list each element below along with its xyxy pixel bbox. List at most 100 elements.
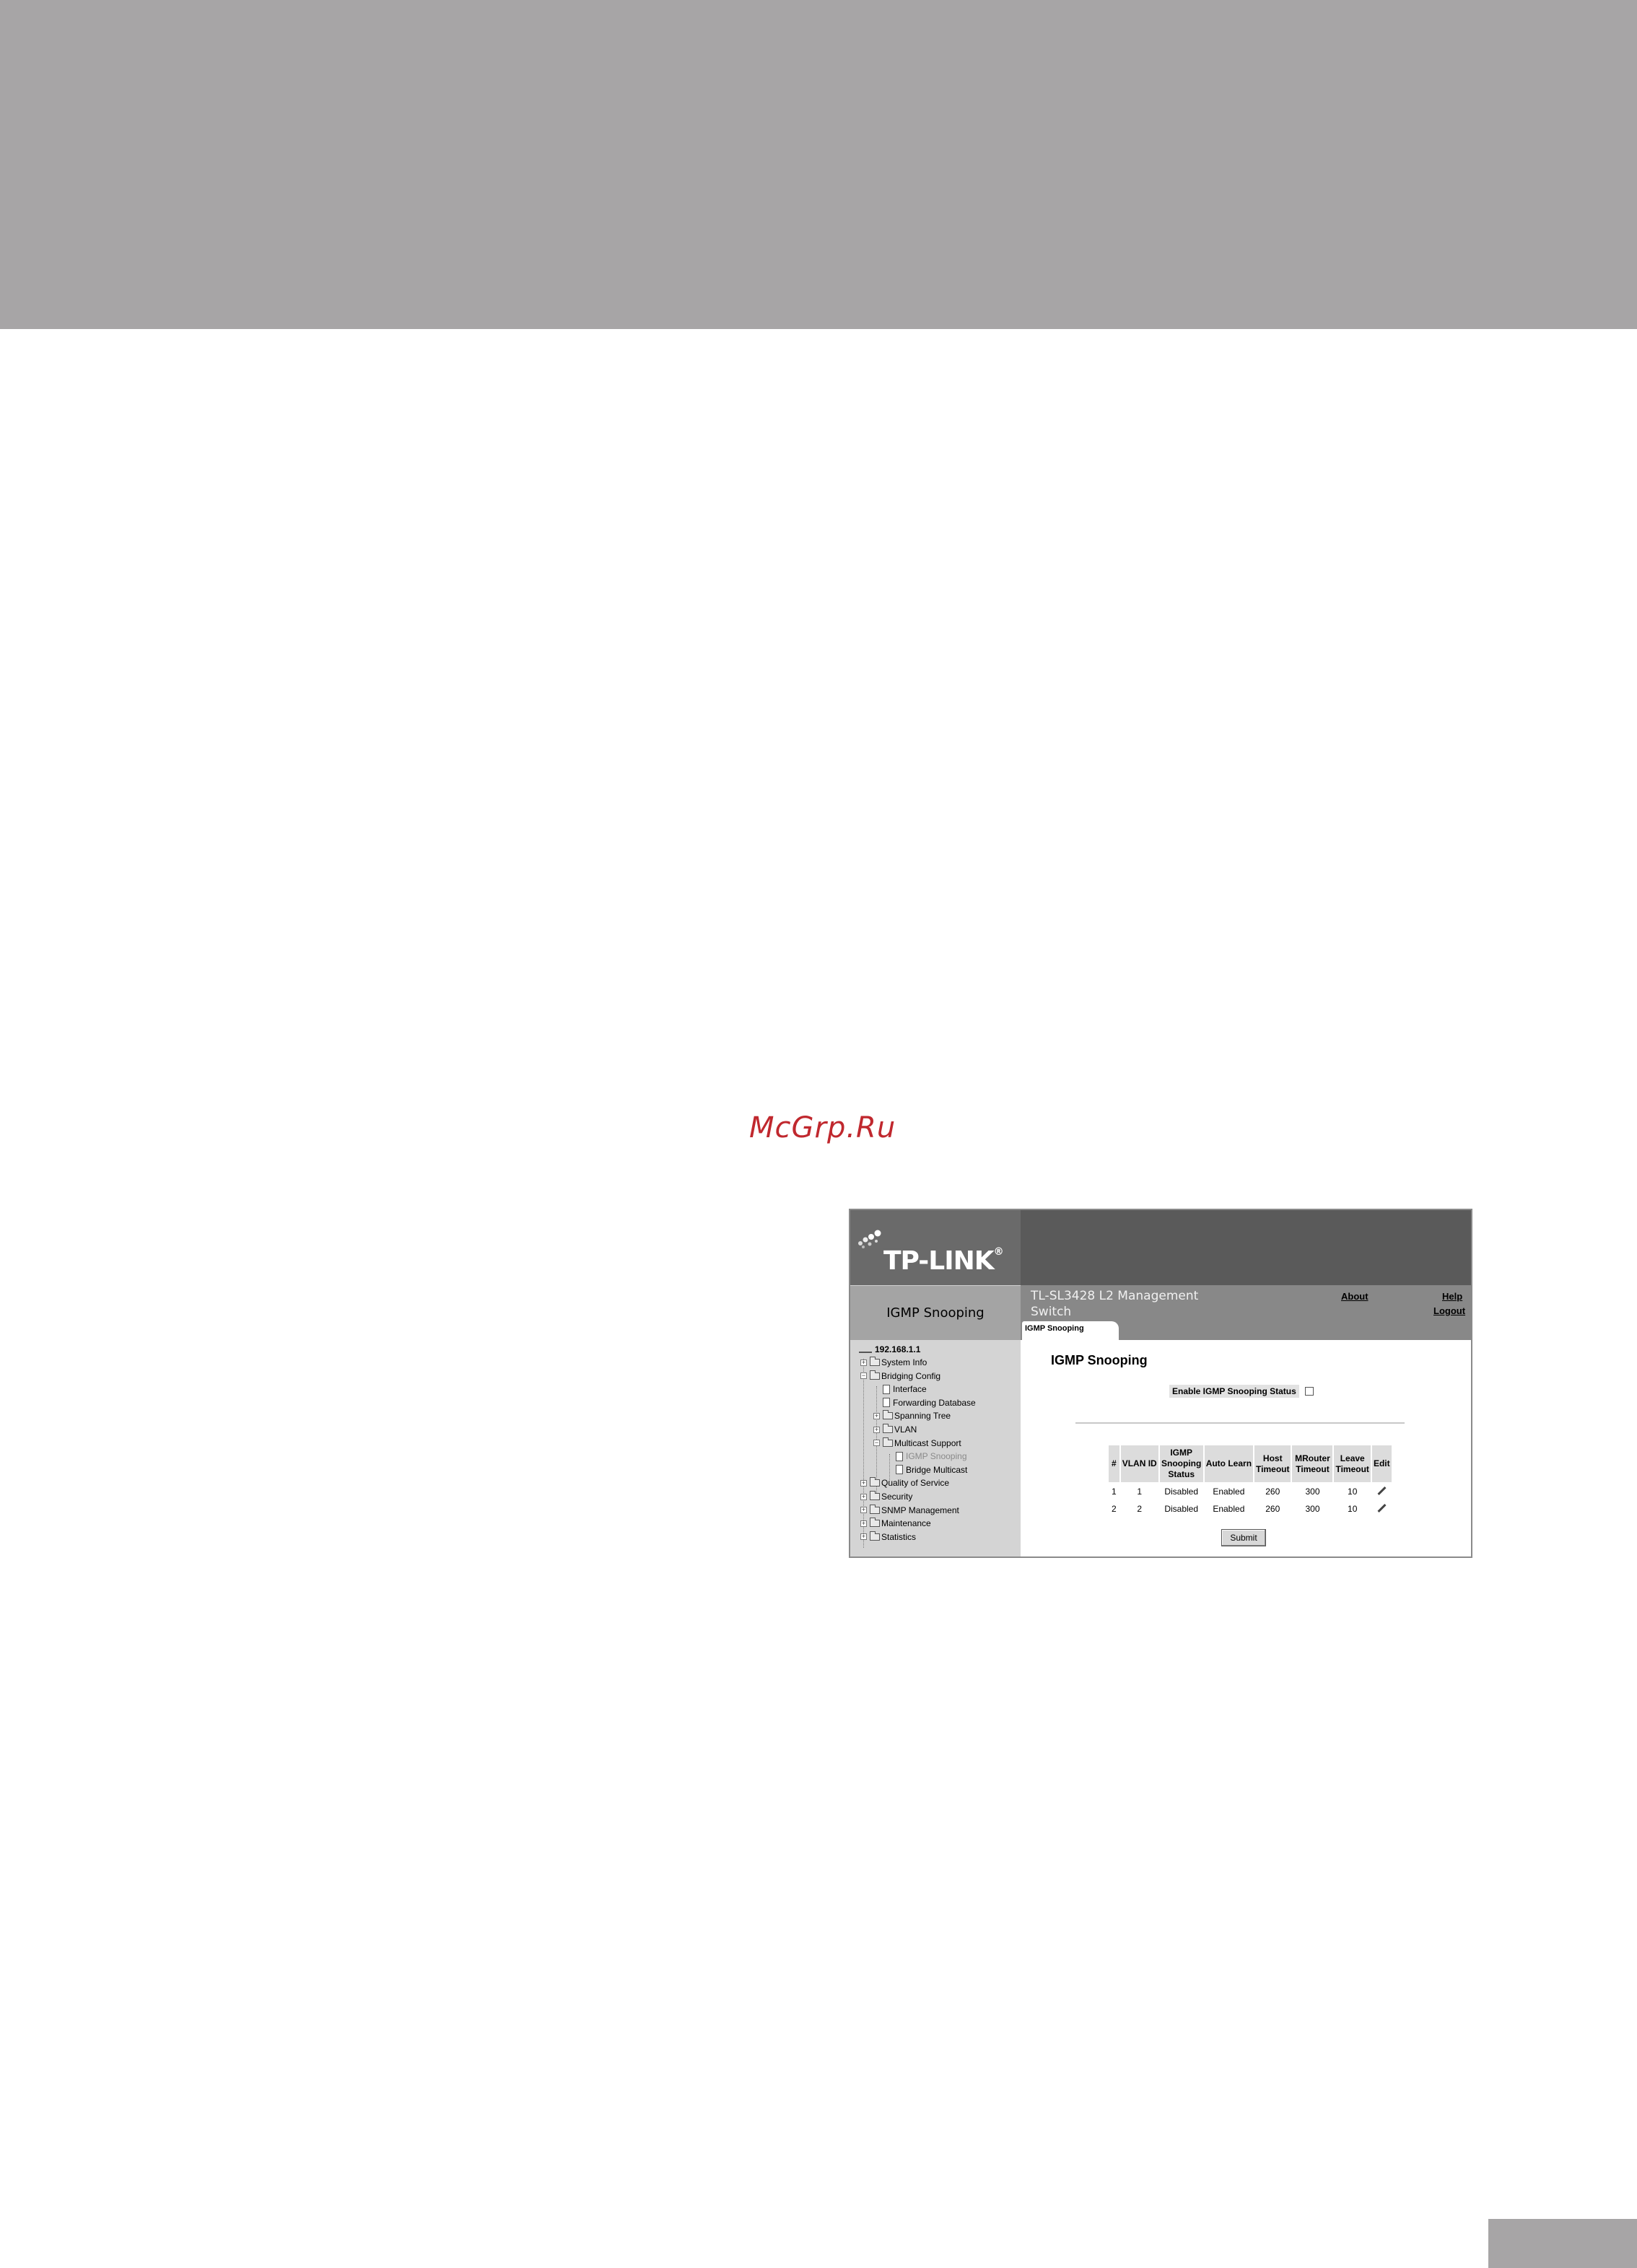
table-cell: 10 (1348, 1504, 1358, 1514)
about-link[interactable]: About (1341, 1291, 1368, 1302)
table-row: 1 1 Disabled Enabled 260 300 10 (1109, 1484, 1392, 1499)
top-gray-band (0, 0, 1637, 329)
logo: TP-LINK® (883, 1246, 1004, 1276)
watermark: McGrp.Ru (749, 1111, 896, 1144)
sidebar-item[interactable]: + Spanning Tree (873, 1409, 951, 1422)
logout-link[interactable]: Logout (1433, 1305, 1465, 1316)
sidebar-item-label: Forwarding Database (893, 1397, 976, 1408)
table-cell: Disabled (1164, 1487, 1199, 1497)
table-cell: Enabled (1213, 1504, 1245, 1514)
folder-icon (870, 1518, 880, 1528)
main-content: IGMP Snooping Enable IGMP Snooping Statu… (1022, 1340, 1470, 1556)
sidebar-item-label: Maintenance (881, 1518, 931, 1529)
table-header: VLAN ID (1120, 1445, 1158, 1482)
screenshot-figure: TP-LINK® IGMP Snooping TL-SL3428 L2 Mana… (849, 1209, 1472, 1558)
help-link[interactable]: Help (1442, 1291, 1462, 1302)
enable-igmp-checkbox[interactable] (1304, 1387, 1314, 1396)
table-header: MRouter Timeout (1292, 1445, 1333, 1482)
table-header: Host Timeout (1254, 1445, 1291, 1482)
table-header: IGMP Snooping Status (1159, 1445, 1203, 1482)
folder-icon (883, 1424, 893, 1433)
sidebar-item-label: VLAN (894, 1424, 917, 1435)
sidebar-item[interactable]: − Multicast Support (873, 1437, 961, 1450)
folder-icon (883, 1410, 893, 1420)
submit-button[interactable]: Submit (1221, 1529, 1266, 1546)
sidebar-item[interactable]: + Statistics (860, 1531, 916, 1544)
sidebar-tree: 192.168.1.1 + System Info − Bridging Config… (850, 1340, 1021, 1556)
table-cell: 2 (1137, 1504, 1143, 1514)
content-title: IGMP Snooping (1051, 1353, 1148, 1367)
page-icon (896, 1451, 903, 1461)
sidebar-item-label: Security (881, 1492, 913, 1502)
expand-icon[interactable]: + (860, 1533, 867, 1541)
table-cell: 260 (1265, 1504, 1280, 1514)
host-icon (859, 1346, 872, 1353)
tab-igmp-snooping[interactable]: IGMP Snooping (1022, 1321, 1119, 1340)
table-cell: 1 (1112, 1487, 1117, 1497)
divider (1075, 1422, 1405, 1424)
folder-icon (870, 1357, 880, 1366)
table-cell: Disabled (1164, 1504, 1199, 1514)
folder-icon (883, 1437, 893, 1447)
table-cell: Enabled (1213, 1487, 1245, 1497)
folder-icon (870, 1491, 880, 1500)
expand-icon[interactable]: + (860, 1479, 867, 1487)
sidebar-item[interactable]: Forwarding Database (873, 1396, 976, 1409)
logo-area: TP-LINK® (850, 1210, 1021, 1285)
sidebar-item[interactable]: Interface (873, 1383, 927, 1396)
sidebar-item[interactable]: + VLAN (873, 1423, 917, 1436)
sidebar-item[interactable]: + SNMP Management (860, 1504, 959, 1517)
sidebar-item-label: System Info (881, 1357, 927, 1367)
sidebar-item-label: Interface (893, 1384, 927, 1395)
folder-icon (870, 1531, 880, 1541)
page-icon (883, 1384, 890, 1394)
table-header: Leave Timeout (1334, 1445, 1371, 1482)
expand-icon[interactable]: + (873, 1412, 880, 1419)
table-header: Auto Learn (1204, 1445, 1254, 1482)
tree-root-host[interactable]: 192.168.1.1 (859, 1343, 920, 1356)
pencil-icon[interactable] (1377, 1487, 1386, 1495)
edit-cell (1372, 1501, 1392, 1517)
sidebar-item[interactable]: Bridge Multicast (886, 1463, 967, 1476)
table-cell: 2 (1112, 1504, 1117, 1514)
enable-row: Enable IGMP Snooping Status (1169, 1385, 1314, 1398)
sidebar-item[interactable]: IGMP Snooping (886, 1450, 967, 1463)
page-icon (883, 1398, 890, 1408)
sidebar-item-label: Spanning Tree (894, 1411, 951, 1422)
sidebar-item-label: IGMP Snooping (906, 1451, 967, 1462)
table-header: Edit (1371, 1445, 1392, 1482)
sidebar-item[interactable]: + System Info (860, 1356, 927, 1369)
expand-icon[interactable]: + (860, 1493, 867, 1500)
page-icon (896, 1465, 903, 1475)
expand-icon[interactable]: + (860, 1520, 867, 1527)
igmp-table: # VLAN ID IGMP Snooping Status Auto Learn Ho… (1107, 1444, 1393, 1518)
sidebar-item[interactable]: + Maintenance (860, 1517, 931, 1530)
table-cell: 1 (1137, 1487, 1143, 1497)
table-header: # (1109, 1445, 1119, 1482)
pencil-icon[interactable] (1377, 1504, 1386, 1512)
edit-cell (1372, 1484, 1392, 1499)
table-cell: 300 (1305, 1487, 1320, 1497)
expand-icon[interactable]: + (860, 1507, 867, 1514)
folder-icon (870, 1477, 880, 1487)
table-cell: 10 (1348, 1487, 1358, 1497)
collapse-icon[interactable]: − (860, 1372, 867, 1380)
corner-gray-tab (1488, 2219, 1637, 2268)
sidebar-item[interactable]: − Bridging Config (860, 1370, 940, 1383)
sidebar-item[interactable]: + Security (860, 1490, 912, 1503)
sidebar-item[interactable]: + Quality of Service (860, 1476, 949, 1489)
folder-icon (870, 1504, 880, 1514)
page-name-label: IGMP Snooping (850, 1285, 1021, 1340)
collapse-icon[interactable]: − (873, 1440, 880, 1447)
product-title: TL-SL3428 L2 Management Switch (1031, 1289, 1199, 1319)
table-row: 2 2 Disabled Enabled 260 300 10 (1109, 1501, 1392, 1517)
expand-icon[interactable]: + (873, 1426, 880, 1433)
sidebar-item-label: SNMP Management (881, 1505, 959, 1515)
table-cell: 300 (1305, 1504, 1320, 1514)
expand-icon[interactable]: + (860, 1359, 867, 1366)
folder-icon (870, 1370, 880, 1380)
table-cell: 260 (1265, 1487, 1280, 1497)
sidebar-item-label: Multicast Support (894, 1437, 961, 1448)
sidebar-item-label: Statistics (881, 1531, 917, 1542)
enable-igmp-label: Enable IGMP Snooping Status (1169, 1385, 1299, 1398)
